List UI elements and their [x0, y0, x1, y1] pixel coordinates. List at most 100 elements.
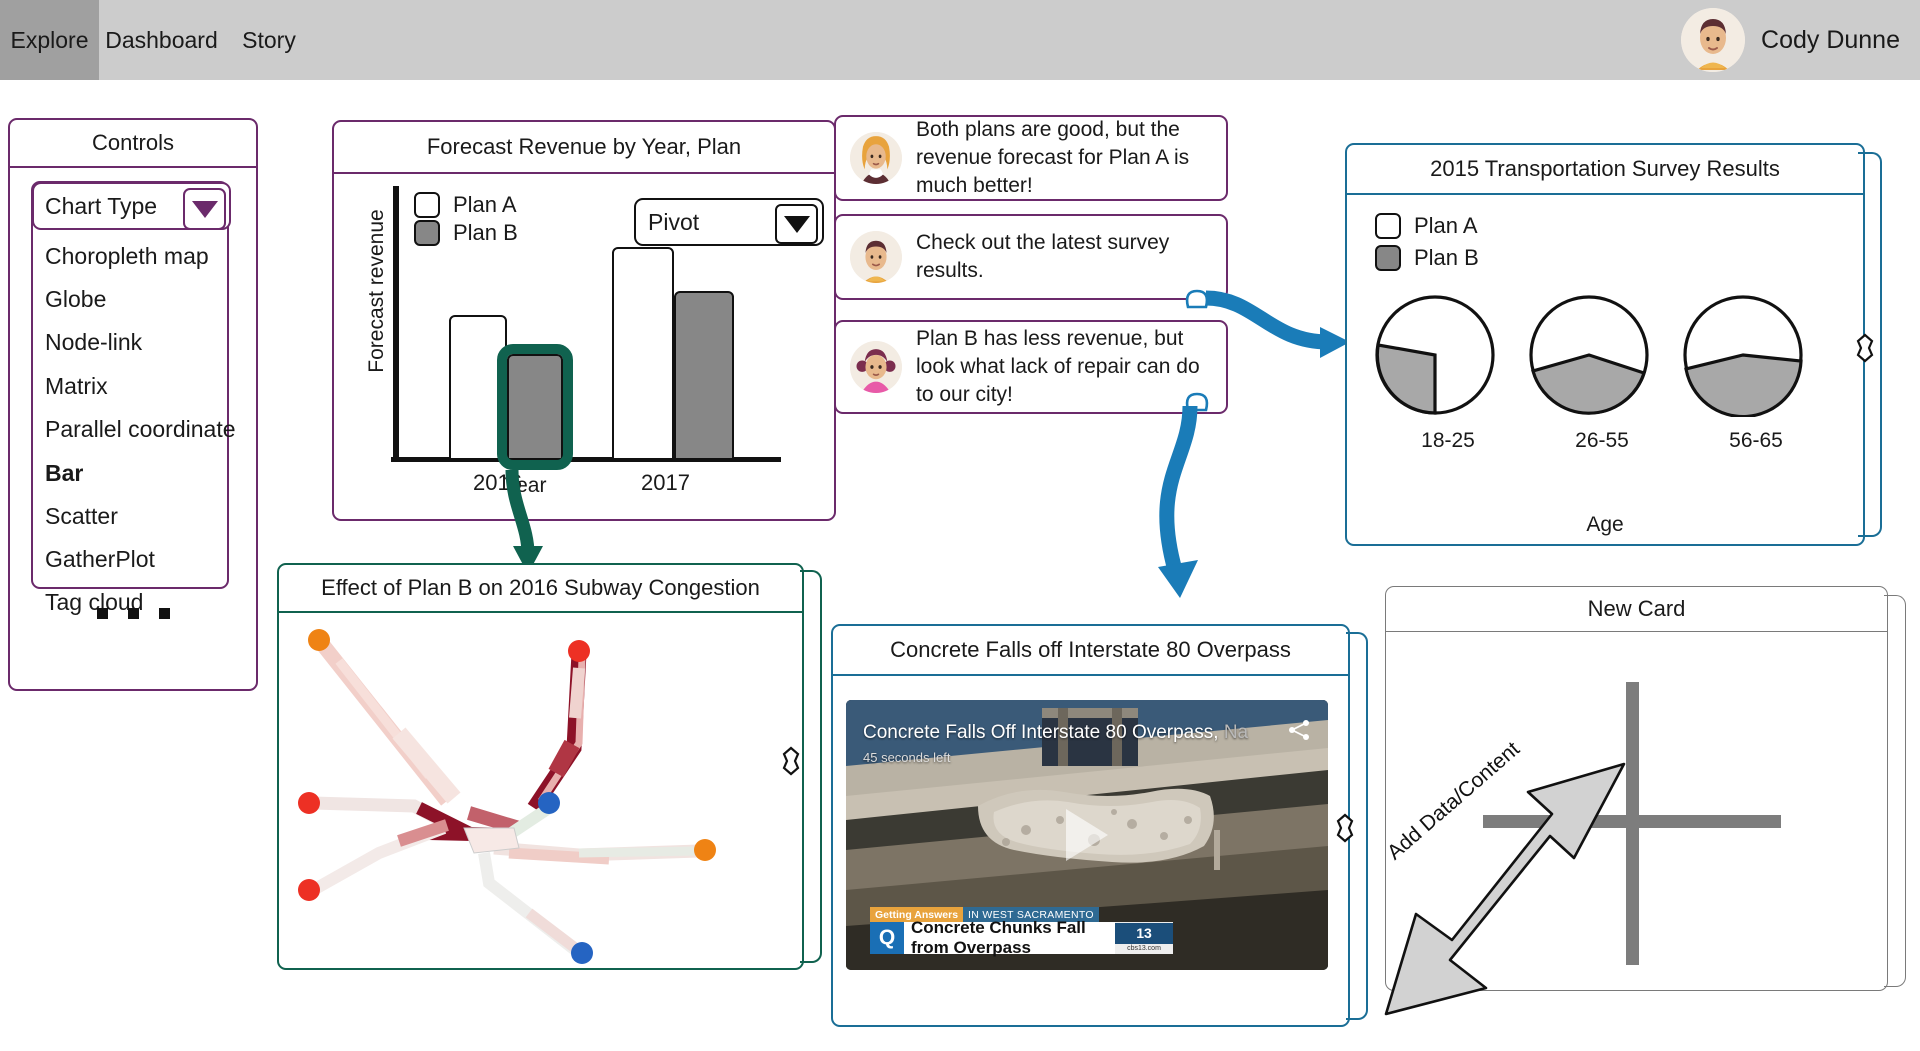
pie-icon-56-65 [1683, 295, 1803, 417]
chart-type-option-node-link[interactable]: Node-link [45, 329, 142, 356]
lower-third-main-row: Q Concrete Chunks Fall from Overpass 13 … [870, 918, 1173, 957]
chart-type-option-globe[interactable]: Globe [45, 286, 106, 313]
connector-comment-to-video [1158, 405, 1198, 598]
pie-label-56-65: 56-65 [1729, 429, 1783, 452]
video-player[interactable]: Concrete Falls Off Interstate 80 Overpas… [846, 700, 1328, 970]
lower-third-headline: Concrete Chunks Fall from Overpass [904, 918, 1115, 957]
chart-type-option-matrix[interactable]: Matrix [45, 373, 108, 400]
new-card-side-tab[interactable] [1884, 595, 1906, 987]
play-icon[interactable] [1066, 809, 1108, 861]
chart-type-option-scatter[interactable]: Scatter [45, 503, 118, 530]
bar-chart-card-title: Forecast Revenue by Year, Plan [334, 122, 834, 174]
video-lower-third: Getting Answers IN WEST SACRAMENTO Q Con… [870, 907, 1173, 957]
station-dot-blue [538, 792, 560, 814]
new-card-title: New Card [1386, 587, 1887, 632]
ellipsis-dot [127, 608, 139, 619]
top-navigation-bar: Explore Dashboard Story Cody Dunne [0, 0, 1920, 80]
video-card-body: Concrete Falls Off Interstate 80 Overpas… [833, 676, 1348, 1025]
resize-grip-icon[interactable] [1852, 332, 1878, 364]
comment-card[interactable]: Check out the latest survey results. [834, 214, 1228, 300]
user-menu[interactable]: Cody Dunne [1681, 0, 1900, 80]
resize-grip-icon[interactable] [778, 745, 804, 777]
chart-type-option-bar[interactable]: Bar [45, 460, 83, 487]
station-dot-red [298, 792, 320, 814]
x-tick-2017: 2017 [641, 470, 690, 495]
avatar [850, 341, 902, 393]
video-overlay-title: Concrete Falls Off Interstate 80 Overpas… [863, 722, 1248, 744]
new-card-body[interactable]: Add Data/Content [1383, 632, 1887, 1016]
avatar-female-blonde-icon [850, 132, 902, 184]
tab-dashboard[interactable]: Dashboard [99, 0, 224, 80]
legend-label-plan-a: Plan A [453, 192, 517, 217]
selection-outline [497, 344, 573, 470]
chart-type-dropdown[interactable]: Chart Type Choropleth map Globe Node-lin… [31, 181, 236, 615]
legend-label-plan-a: Plan A [1414, 213, 1478, 238]
tab-dashboard-label: Dashboard [105, 26, 218, 53]
pie-chart-26-55[interactable]: 26-55 [1527, 293, 1677, 453]
avatar-male-icon [1681, 8, 1746, 72]
chart-type-option-gatherplot[interactable]: GatherPlot [45, 546, 155, 573]
tab-story-label: Story [242, 26, 296, 53]
station-dot-red [298, 879, 320, 901]
tab-explore-label: Explore [10, 26, 89, 53]
subway-card-title: Effect of Plan B on 2016 Subway Congesti… [279, 565, 802, 613]
bar-chart-plot[interactable]: Plan A Plan B Pivot Forecast revenue Yea… [334, 174, 834, 519]
chart-type-option-choropleth-map[interactable]: Choropleth map [45, 243, 209, 270]
avatar [850, 132, 902, 184]
station-dot-blue [571, 942, 593, 964]
comment-card[interactable]: Both plans are good, but the revenue for… [834, 115, 1228, 201]
legend-item-plan-b[interactable]: Plan B [1375, 245, 1479, 271]
legend-item-plan-b[interactable]: Plan B [414, 220, 518, 246]
avatar-girl-pigtails-icon [850, 341, 902, 393]
subway-map-icon [298, 629, 716, 964]
legend-swatch-plan-a [1375, 213, 1401, 239]
pie-chart-18-25[interactable]: 18-25 [1373, 293, 1523, 453]
video-card: Concrete Falls off Interstate 80 Overpas… [831, 624, 1350, 1027]
chart-type-option-parallel-coordinate[interactable]: Parallel coordinate [45, 416, 236, 443]
resize-grip-icon[interactable] [1332, 812, 1358, 844]
tab-explore[interactable]: Explore [0, 0, 99, 80]
comment-text: Check out the latest survey results. [916, 231, 1170, 282]
comment-text: Both plans are good, but the revenue for… [916, 118, 1190, 197]
legend-label-plan-b: Plan B [453, 220, 518, 245]
pie-chart-56-65[interactable]: 56-65 [1681, 293, 1831, 453]
bar-2017-plan-a[interactable] [612, 247, 674, 460]
subway-map[interactable] [279, 613, 802, 968]
channel-logo-url: cbs13.com [1127, 944, 1161, 952]
survey-results-card: 2015 Transportation Survey Results Plan … [1345, 143, 1865, 546]
legend-item-plan-a[interactable]: Plan A [414, 192, 517, 218]
pie-icon-18-25 [1375, 295, 1495, 415]
survey-legend: Plan A Plan B [1375, 213, 1479, 271]
chart-type-dropdown-header[interactable]: Chart Type [32, 182, 231, 230]
avatar-male-icon [850, 231, 902, 283]
ellipsis-dot [96, 608, 108, 619]
comment-text: Plan B has less revenue, but look what l… [916, 327, 1200, 406]
legend-swatch-plan-b [414, 220, 440, 246]
pivot-dropdown[interactable]: Pivot [634, 198, 824, 246]
user-name: Cody Dunne [1761, 25, 1900, 54]
station-dot-red [568, 640, 590, 662]
legend-item-plan-a[interactable]: Plan A [1375, 213, 1479, 239]
y-axis [393, 186, 399, 459]
channel-logo-number: 13 [1115, 922, 1173, 944]
chevron-down-icon[interactable] [183, 188, 226, 230]
more-controls-ellipsis[interactable] [10, 608, 256, 619]
survey-axis-label: Age [1586, 513, 1624, 536]
controls-panel: Controls Chart Type Choropleth map Globe… [8, 118, 258, 691]
channel-logo: 13 cbs13.com [1115, 922, 1173, 954]
video-card-title: Concrete Falls off Interstate 80 Overpas… [833, 626, 1348, 676]
share-icon[interactable] [1286, 718, 1312, 742]
video-overlay-title-text: Concrete Falls Off Interstate 80 Overpas… [863, 722, 1219, 743]
survey-card-body: Plan A Plan B 18-25 26-55 56-65 Age [1347, 195, 1863, 544]
bar-chart-card: Forecast Revenue by Year, Plan Plan A Pl… [332, 120, 836, 521]
station-dot-orange [694, 839, 716, 861]
station-dot-orange [308, 629, 330, 651]
new-card[interactable]: New Card Add Data/Content [1383, 586, 1888, 1016]
avatar [1681, 8, 1746, 72]
legend-label-plan-b: Plan B [1414, 245, 1479, 270]
tab-story[interactable]: Story [224, 0, 314, 80]
y-axis-label: Forecast revenue [365, 209, 388, 373]
chevron-down-icon[interactable] [775, 204, 818, 244]
arrow-up-right-icon[interactable] [1356, 752, 1686, 1032]
bar-2017-plan-b[interactable] [674, 291, 734, 460]
